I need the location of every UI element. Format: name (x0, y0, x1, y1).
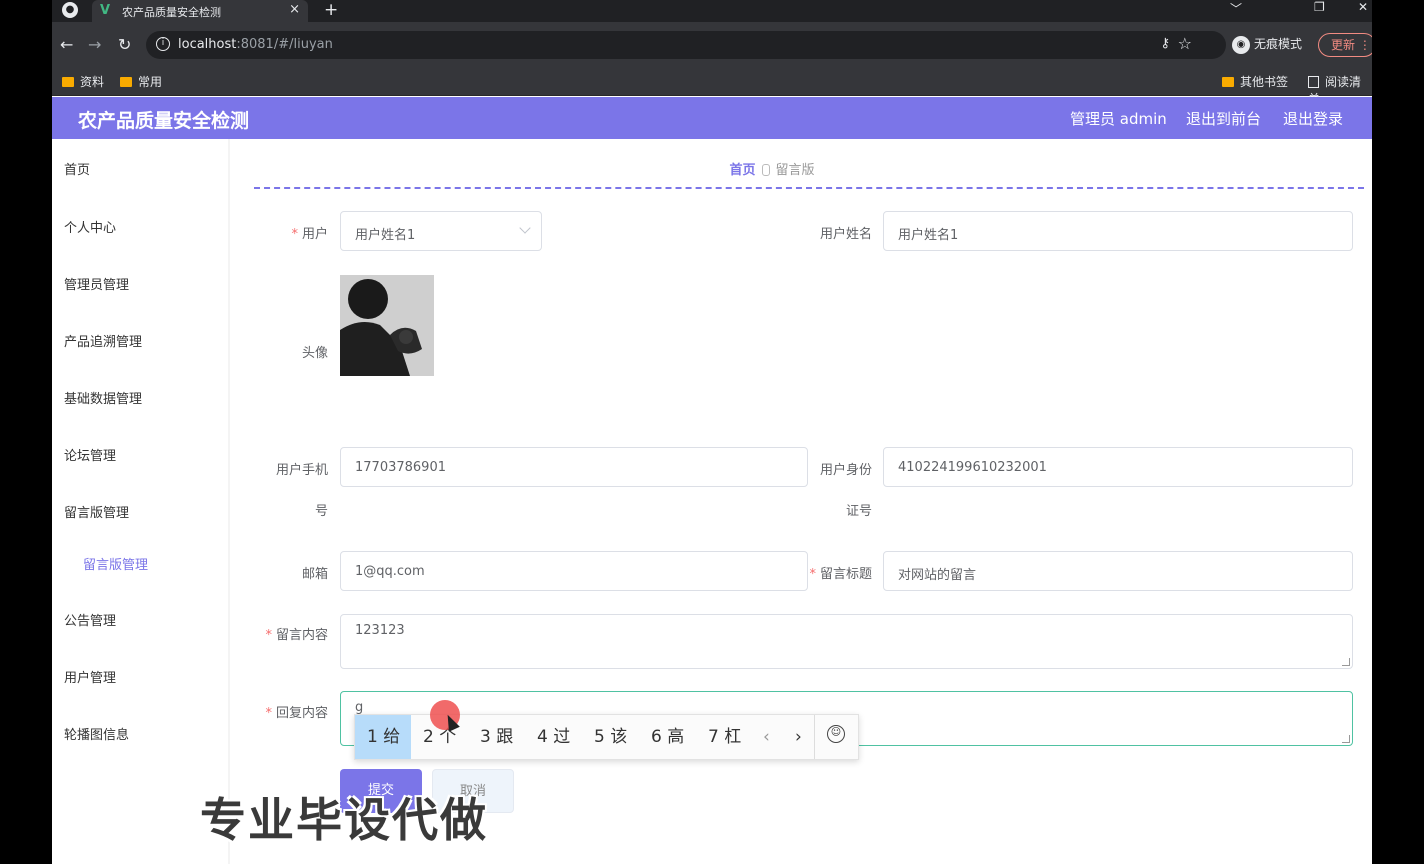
vue-logo-icon: V (100, 3, 111, 18)
sidebar-subitem-messages[interactable]: 留言版管理 (83, 554, 148, 573)
title-label: * 留言标题 (809, 567, 872, 582)
avatar (340, 275, 434, 376)
sidebar-item-profile[interactable]: 个人中心 (64, 217, 116, 236)
sidebar-item-admins[interactable]: 管理员管理 (64, 274, 129, 293)
bookmark-folder[interactable]: 常用 (120, 73, 162, 90)
forward-arrow-icon[interactable]: → (88, 35, 101, 54)
address-bar[interactable]: i localhost:8081/#/liuyan ⚷ ☆ (146, 31, 1226, 59)
browser-tab[interactable]: V 农产品质量安全检测 × (92, 0, 308, 22)
breadcrumb-current: 留言版 (775, 163, 815, 178)
incognito-indicator[interactable]: ◉ 无痕模式 (1232, 35, 1302, 54)
sidebar-item-carousel[interactable]: 轮播图信息 (64, 724, 129, 743)
close-window-icon[interactable]: ✕ (1358, 0, 1368, 14)
ime-candidate[interactable]: 5 该 (594, 715, 627, 759)
exit-to-front-link[interactable]: 退出到前台 (1186, 108, 1261, 129)
divider (254, 187, 1364, 189)
email-label: 邮箱 (301, 567, 328, 582)
tab-bar: ● V 农产品质量安全检测 × + ﹀ ❐ ✕ (52, 0, 1372, 22)
user-label: * 用户 (291, 227, 328, 242)
sidebar-item-home[interactable]: 首页 (64, 159, 90, 178)
ime-candidate-bar: 1 给 2 个 3 跟 4 过 5 该 6 高 7 杠 ‹ › ☺ (354, 714, 859, 760)
email-field[interactable]: 1@qq.com (340, 551, 808, 591)
reading-list-icon (1308, 76, 1319, 88)
restore-icon[interactable]: ❐ (1314, 0, 1325, 14)
ime-candidate[interactable]: 7 杠 (708, 715, 741, 759)
breadcrumb-home[interactable]: 首页 (729, 163, 755, 178)
phone-label-cont: 号 (314, 504, 328, 519)
ime-candidate[interactable]: 4 过 (537, 715, 570, 759)
ime-candidate[interactable]: 1 给 (355, 715, 411, 759)
bookmarks-bar: 资料 常用 其他书签 阅读清单 (52, 68, 1372, 106)
avatar-label: 头像 (301, 346, 328, 361)
sidebar: 首页 个人中心 管理员管理 产品追溯管理 基础数据管理 论坛管理 留言版管理 留… (52, 139, 230, 864)
chevron-down-icon (519, 222, 531, 234)
content-textarea[interactable]: 123123 (340, 614, 1353, 669)
sidebar-item-base-data[interactable]: 基础数据管理 (64, 388, 142, 407)
bookmark-star-icon[interactable]: ☆ (1178, 34, 1192, 53)
sidebar-item-notices[interactable]: 公告管理 (64, 610, 116, 629)
reload-icon[interactable]: ↻ (118, 35, 131, 54)
ime-next-icon[interactable]: › (795, 715, 802, 759)
other-bookmarks[interactable]: 其他书签 (1222, 73, 1288, 90)
resize-handle-icon[interactable] (1342, 658, 1350, 666)
minimize-icon[interactable]: ﹀ (1230, 0, 1242, 17)
idcard-label-cont: 证号 (845, 504, 872, 519)
update-button[interactable]: 更新 ⋮ (1318, 33, 1372, 57)
idcard-field[interactable]: 410224199610232001 (883, 447, 1353, 487)
resize-handle-icon[interactable] (1342, 735, 1350, 743)
browser-window: ● V 农产品质量安全检测 × + ﹀ ❐ ✕ ← → ↻ i localhos… (52, 0, 1372, 864)
title-field[interactable]: 对网站的留言 (883, 551, 1353, 591)
address-toolbar: ← → ↻ i localhost:8081/#/liuyan ⚷ ☆ ◉ 无痕模… (52, 22, 1372, 68)
incognito-icon: ◉ (1232, 35, 1250, 54)
folder-icon (1222, 77, 1234, 87)
breadcrumb: 首页 留言版 (232, 159, 1312, 178)
ime-candidate[interactable]: 3 跟 (480, 715, 513, 759)
user-select[interactable]: 用户姓名1 (340, 211, 542, 251)
sidebar-item-traceability[interactable]: 产品追溯管理 (64, 331, 142, 350)
sidebar-item-forum[interactable]: 论坛管理 (64, 445, 116, 464)
username-field[interactable]: 用户姓名1 (883, 211, 1353, 251)
watermark: 专业毕设代做 (200, 793, 488, 847)
folder-icon (62, 77, 74, 87)
username-label: 用户姓名 (819, 227, 872, 242)
breadcrumb-separator-icon (761, 164, 770, 176)
ime-divider (814, 715, 815, 759)
folder-icon (120, 77, 132, 87)
phone-label: 用户手机 (275, 463, 328, 478)
url-text: localhost:8081/#/liuyan (178, 37, 333, 52)
password-key-icon[interactable]: ⚷ (1160, 36, 1170, 51)
app-header: 农产品质量安全检测 管理员 admin 退出到前台 退出登录 (52, 97, 1372, 139)
emoji-icon[interactable]: ☺ (827, 725, 845, 743)
logout-link[interactable]: 退出登录 (1283, 108, 1343, 129)
phone-field[interactable]: 17703786901 (340, 447, 808, 487)
app-title: 农产品质量安全检测 (78, 110, 250, 132)
sidebar-item-messages[interactable]: 留言版管理 (64, 502, 129, 521)
new-tab-button[interactable]: + (324, 0, 338, 20)
ime-prev-icon[interactable]: ‹ (763, 715, 770, 759)
content-label: * 留言内容 (265, 628, 328, 643)
bookmark-folder[interactable]: 资料 (62, 73, 104, 90)
back-arrow-icon[interactable]: ← (60, 35, 73, 54)
idcard-label: 用户身份 (819, 463, 872, 478)
info-icon[interactable]: i (156, 37, 170, 51)
reply-label: * 回复内容 (265, 706, 328, 721)
tab-close-icon[interactable]: × (289, 2, 300, 17)
tab-title: 农产品质量安全检测 (122, 6, 221, 19)
browser-profile-icon[interactable]: ● (62, 2, 78, 18)
sidebar-item-users[interactable]: 用户管理 (64, 667, 116, 686)
admin-label: 管理员 admin (1070, 110, 1167, 128)
ime-candidate[interactable]: 6 高 (651, 715, 684, 759)
